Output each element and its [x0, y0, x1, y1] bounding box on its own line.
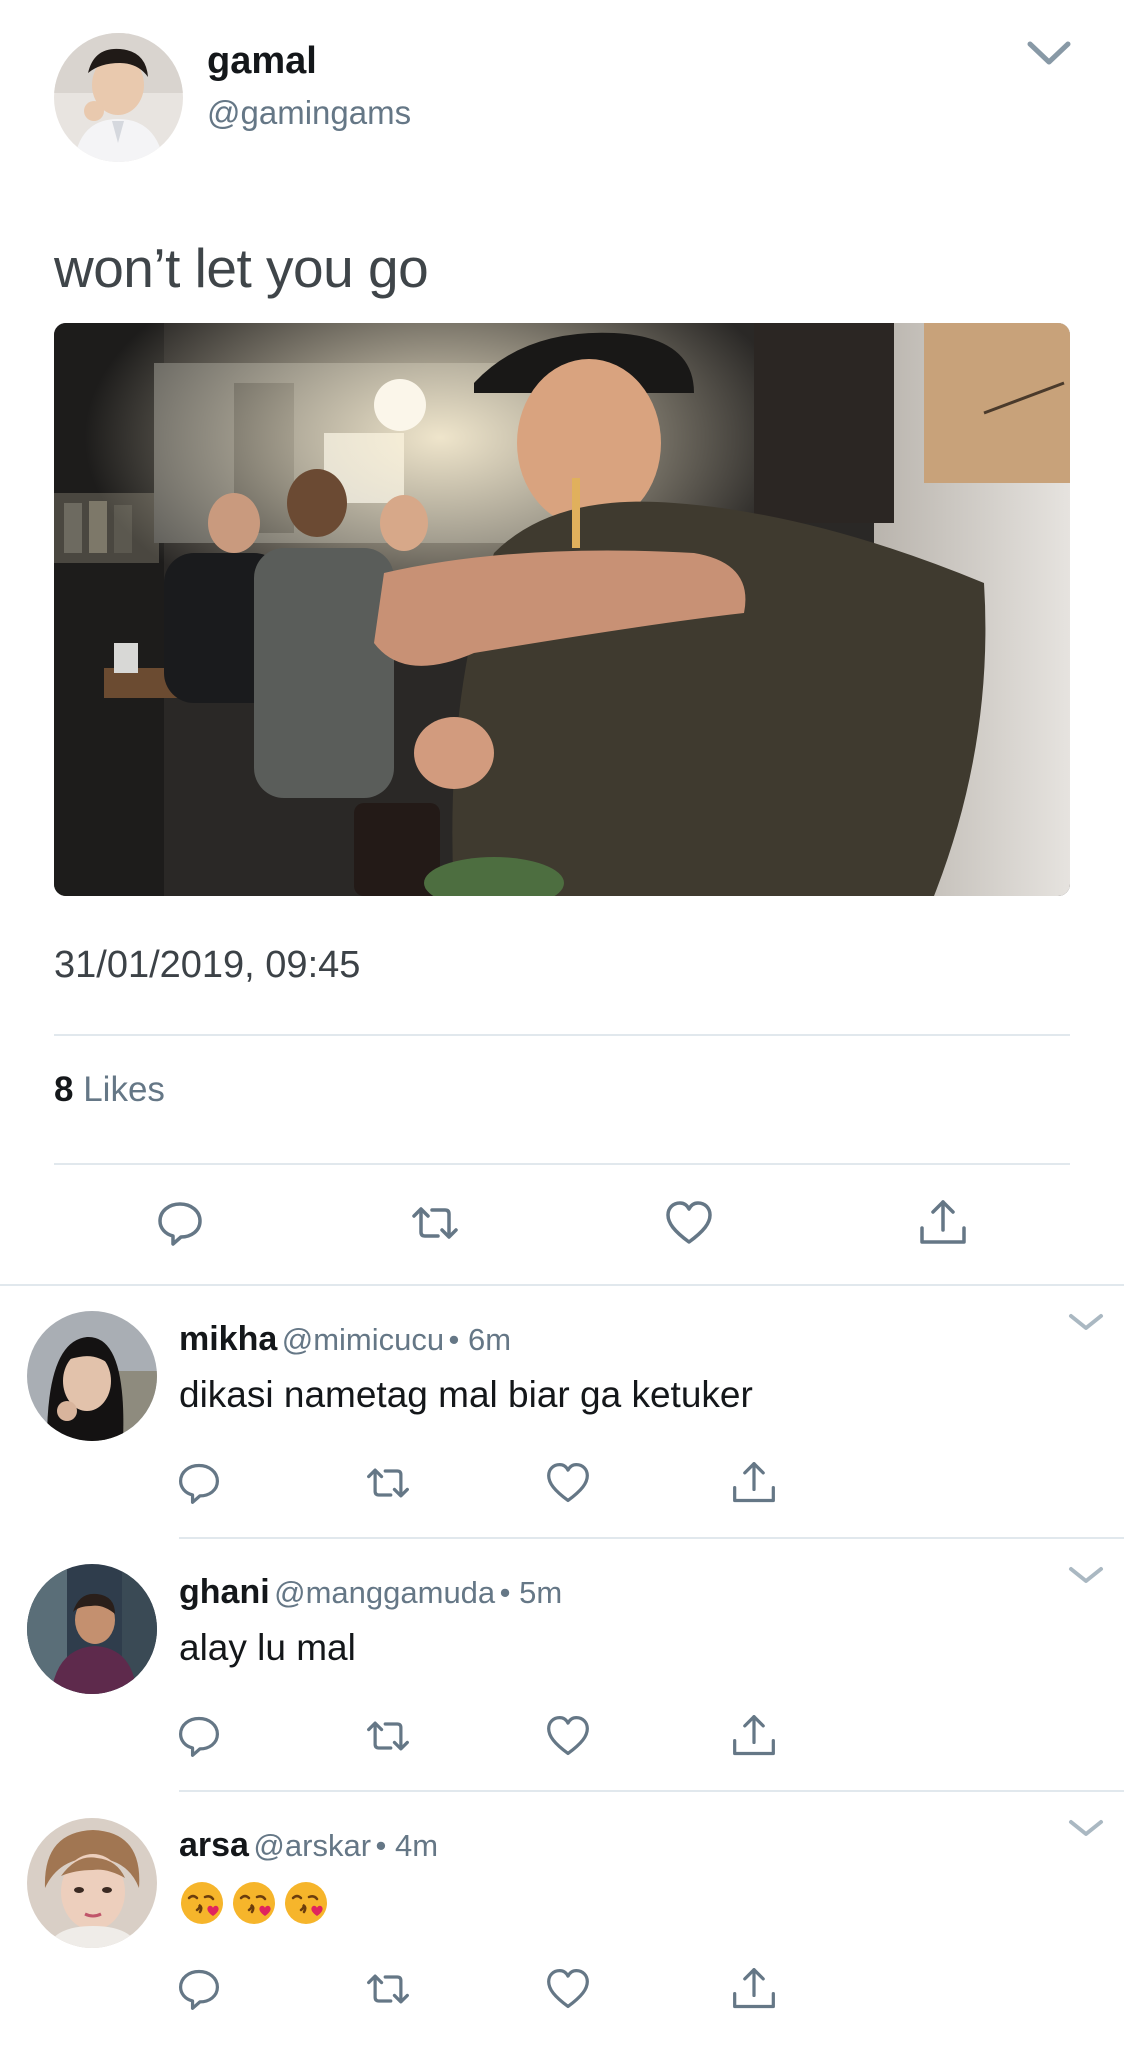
reply-time: • 5m: [499, 1575, 563, 1610]
reply-header: arsa @arskar • 4m: [179, 1826, 438, 1865]
likes-label: Likes: [83, 1070, 165, 1109]
reply-header: ghani @manggamuda • 5m: [179, 1573, 562, 1612]
chevron-down-icon[interactable]: [1067, 1563, 1105, 1587]
reply-time: • 4m: [375, 1828, 439, 1863]
share-icon[interactable]: [731, 1966, 777, 2012]
heart-icon[interactable]: [664, 1198, 714, 1248]
chevron-down-icon[interactable]: [1026, 38, 1072, 68]
heart-icon[interactable]: [545, 1460, 591, 1506]
reply-text: [179, 1880, 335, 1931]
kissing-heart-emoji: [179, 1880, 225, 1926]
reply-author-handle[interactable]: @arskar: [253, 1828, 371, 1863]
avatar-image: [27, 1564, 157, 1694]
divider: [54, 1163, 1070, 1165]
reply-time: • 6m: [448, 1322, 512, 1357]
divider: [0, 1284, 1124, 1286]
retweet-icon[interactable]: [365, 1966, 411, 2012]
retweet-icon[interactable]: [410, 1198, 460, 1248]
reply-avatar[interactable]: [27, 1311, 157, 1441]
reply-author-handle[interactable]: @mimicucu: [282, 1322, 444, 1357]
reply-header: mikha @mimicucu • 6m: [179, 1320, 511, 1359]
avatar-image: [27, 1818, 157, 1948]
tweet-photo-image: [54, 323, 1070, 896]
reply-author-handle[interactable]: @manggamuda: [274, 1575, 495, 1610]
reply-author-name[interactable]: ghani: [179, 1573, 270, 1611]
share-icon[interactable]: [918, 1198, 968, 1248]
divider: [179, 1790, 1124, 1792]
heart-icon[interactable]: [545, 1966, 591, 2012]
reply-icon[interactable]: [155, 1198, 205, 1248]
reply-icon[interactable]: [176, 1460, 222, 1506]
author-handle[interactable]: @gamingams: [207, 94, 411, 132]
reply-text: dikasi nametag mal biar ga ketuker: [179, 1374, 753, 1415]
chevron-down-icon[interactable]: [1067, 1310, 1105, 1334]
author-name[interactable]: gamal: [207, 40, 317, 83]
retweet-icon[interactable]: [365, 1460, 411, 1506]
likes-number: 8: [54, 1070, 74, 1109]
kissing-heart-emoji: [231, 1880, 277, 1926]
tweet-timestamp: 31/01/2019, 09:45: [54, 944, 361, 986]
reply-icon[interactable]: [176, 1966, 222, 2012]
reply-author-name[interactable]: mikha: [179, 1320, 277, 1358]
heart-icon[interactable]: [545, 1713, 591, 1759]
tweet-photo[interactable]: [54, 323, 1070, 896]
avatar-image: [54, 33, 183, 162]
author-avatar[interactable]: [54, 33, 183, 162]
reply-avatar[interactable]: [27, 1818, 157, 1948]
divider: [179, 1537, 1124, 1539]
kissing-heart-emoji: [283, 1880, 329, 1926]
divider: [54, 1034, 1070, 1036]
reply-icon[interactable]: [176, 1713, 222, 1759]
tweet-text: won’t let you go: [54, 237, 429, 299]
chevron-down-icon[interactable]: [1067, 1816, 1105, 1840]
reply-author-name[interactable]: arsa: [179, 1826, 249, 1864]
share-icon[interactable]: [731, 1460, 777, 1506]
avatar-image: [27, 1311, 157, 1441]
share-icon[interactable]: [731, 1713, 777, 1759]
retweet-icon[interactable]: [365, 1713, 411, 1759]
reply-avatar[interactable]: [27, 1564, 157, 1694]
likes-count[interactable]: 8 Likes: [54, 1070, 165, 1110]
reply-text: alay lu mal: [179, 1627, 356, 1668]
